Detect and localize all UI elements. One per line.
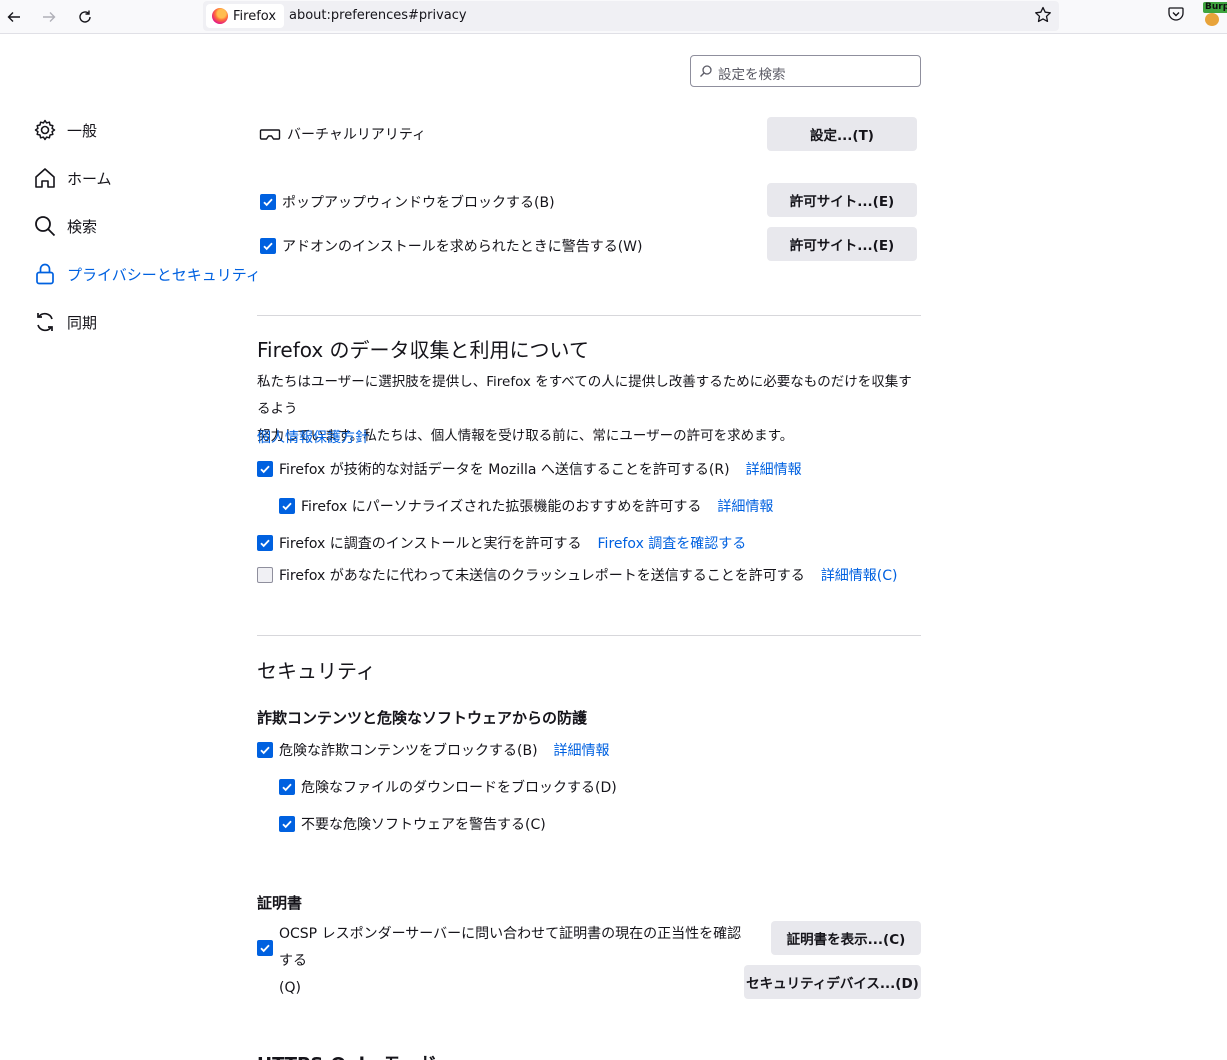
vr-label: バーチャルリアリティ	[287, 127, 427, 143]
security-heading: セキュリティ	[257, 659, 376, 683]
addon-warn-checkbox[interactable]	[260, 238, 276, 254]
search-placeholder: 設定を検索	[718, 67, 786, 83]
ocsp-checkbox[interactable]	[257, 940, 273, 956]
warn-unwanted-row: 不要な危険ソフトウェアを警告する(C)	[279, 814, 546, 834]
addon-exceptions-button[interactable]: 許可サイト...(E)	[767, 227, 917, 261]
back-arrow-icon	[7, 12, 20, 22]
vr-permission-row: バーチャルリアリティ	[259, 124, 426, 144]
sidebar-item-label: ホーム	[67, 169, 112, 188]
reload-icon	[79, 10, 91, 23]
popup-block-checkbox[interactable]	[260, 194, 276, 210]
forward-arrow-icon	[43, 12, 56, 22]
back-button[interactable]	[2, 5, 26, 29]
deceptive-content-heading: 詐欺コンテンツと危険なソフトウェアからの防護	[257, 709, 588, 727]
addon-warn-row: アドオンのインストールを求められたときに警告する(W)	[260, 236, 643, 256]
extension-recommend-checkbox[interactable]	[279, 498, 295, 514]
view-studies-link[interactable]: Firefox 調査を確認する	[598, 533, 747, 553]
extension-recommend-label[interactable]: Firefox にパーソナライズされた拡張機能のおすすめを許可する	[301, 496, 701, 516]
search-icon	[700, 65, 712, 77]
block-dangerous-label[interactable]: 危険な詐欺コンテンツをブロックする(B)	[279, 740, 538, 760]
telemetry-learn-more-link[interactable]: 詳細情報	[746, 459, 802, 479]
search-icon	[33, 214, 57, 238]
studies-checkbox[interactable]	[257, 535, 273, 551]
extension-icon	[1205, 13, 1219, 26]
popup-block-row: ポップアップウィンドウをブロックする(B)	[260, 192, 555, 212]
description-line-1: 私たちはユーザーに選択肢を提供し、Firefox をすべての人に提供し改善するた…	[257, 374, 912, 417]
data-collection-heading: Firefox のデータ収集と利用について	[257, 338, 589, 362]
block-dangerous-row: 危険な詐欺コンテンツをブロックする(B) 詳細情報	[257, 740, 610, 760]
crash-reports-learn-more-link[interactable]: 詳細情報(C)	[821, 565, 898, 585]
sidebar-item-sync[interactable]: 同期	[33, 307, 97, 337]
studies-label[interactable]: Firefox に調査のインストールと実行を許可する	[279, 533, 582, 553]
https-only-heading: HTTPS-Only モード	[257, 1050, 437, 1060]
sidebar-item-search[interactable]: 検索	[33, 211, 97, 241]
browser-toolbar: Firefox about:preferences#privacy Burp	[0, 0, 1227, 34]
block-downloads-checkbox[interactable]	[279, 779, 295, 795]
sidebar-item-label: プライバシーとセキュリティ	[67, 265, 261, 284]
settings-search-input[interactable]: 設定を検索	[690, 55, 921, 87]
block-dangerous-checkbox[interactable]	[257, 742, 273, 758]
certificates-heading: 証明書	[257, 894, 303, 912]
block-downloads-label[interactable]: 危険なファイルのダウンロードをブロックする(D)	[301, 777, 617, 797]
identity-box[interactable]: Firefox	[206, 4, 285, 28]
vr-headset-icon	[259, 129, 281, 140]
popup-exceptions-button[interactable]: 許可サイト...(E)	[767, 183, 917, 217]
firefox-logo-icon	[212, 8, 228, 24]
crash-reports-label[interactable]: Firefox があなたに代わって未送信のクラッシュレポートを送信することを許可…	[279, 565, 805, 585]
ocsp-label-line-2: (Q)	[279, 980, 301, 996]
bookmark-star-icon[interactable]	[1033, 5, 1053, 25]
pocket-icon[interactable]	[1166, 4, 1186, 24]
telemetry-checkbox[interactable]	[257, 461, 273, 477]
privacy-policy-link[interactable]: 個人情報保護方針	[257, 427, 369, 447]
view-certificates-button[interactable]: 証明書を表示...(C)	[771, 921, 921, 955]
gear-icon	[33, 118, 57, 142]
warn-unwanted-label[interactable]: 不要な危険ソフトウェアを警告する(C)	[301, 814, 546, 834]
extension-badge: Burp	[1203, 2, 1227, 13]
popup-block-label[interactable]: ポップアップウィンドウをブロックする(B)	[282, 192, 555, 212]
sidebar-item-label: 同期	[67, 313, 98, 332]
identity-label: Firefox	[233, 8, 277, 24]
section-divider	[257, 315, 921, 316]
home-icon	[33, 166, 57, 190]
url-bar[interactable]: Firefox about:preferences#privacy	[203, 1, 1059, 31]
sync-icon	[33, 310, 57, 334]
sidebar-item-label: 検索	[67, 217, 98, 236]
sidebar-item-general[interactable]: 一般	[33, 115, 97, 145]
vr-settings-button[interactable]: 設定...(T)	[767, 117, 917, 151]
studies-row: Firefox に調査のインストールと実行を許可する Firefox 調査を確認…	[257, 533, 746, 553]
url-text[interactable]: about:preferences#privacy	[289, 8, 467, 23]
addon-warn-label[interactable]: アドオンのインストールを求められたときに警告する(W)	[282, 236, 643, 256]
forward-button[interactable]	[37, 5, 61, 29]
section-divider	[257, 635, 921, 636]
sidebar-item-privacy[interactable]: プライバシーとセキュリティ	[33, 259, 261, 289]
block-downloads-row: 危険なファイルのダウンロードをブロックする(D)	[279, 777, 617, 797]
sidebar-item-home[interactable]: ホーム	[33, 163, 112, 193]
telemetry-label[interactable]: Firefox が技術的な対話データを Mozilla へ送信することを許可する…	[279, 459, 730, 479]
telemetry-row: Firefox が技術的な対話データを Mozilla へ送信することを許可する…	[257, 459, 802, 479]
ocsp-checkbox-wrap	[257, 940, 273, 958]
ocsp-label[interactable]: OCSP レスポンダーサーバーに問い合わせて証明書の現在の正当性を確認する (Q…	[279, 921, 749, 1002]
reload-button[interactable]	[73, 5, 97, 29]
sidebar-item-label: 一般	[67, 121, 98, 140]
security-devices-button[interactable]: セキュリティデバイス...(D)	[744, 965, 921, 999]
block-dangerous-learn-more-link[interactable]: 詳細情報	[554, 740, 610, 760]
extension-recommend-row: Firefox にパーソナライズされた拡張機能のおすすめを許可する 詳細情報	[279, 496, 773, 516]
burp-extension-button[interactable]: Burp	[1201, 2, 1227, 28]
crash-reports-row: Firefox があなたに代わって未送信のクラッシュレポートを送信することを許可…	[257, 565, 898, 585]
warn-unwanted-checkbox[interactable]	[279, 816, 295, 832]
ocsp-label-line-1: OCSP レスポンダーサーバーに問い合わせて証明書の現在の正当性を確認する	[279, 926, 742, 969]
lock-icon	[33, 262, 57, 286]
crash-reports-checkbox[interactable]	[257, 567, 273, 583]
extension-recommend-learn-more-link[interactable]: 詳細情報	[717, 496, 773, 516]
